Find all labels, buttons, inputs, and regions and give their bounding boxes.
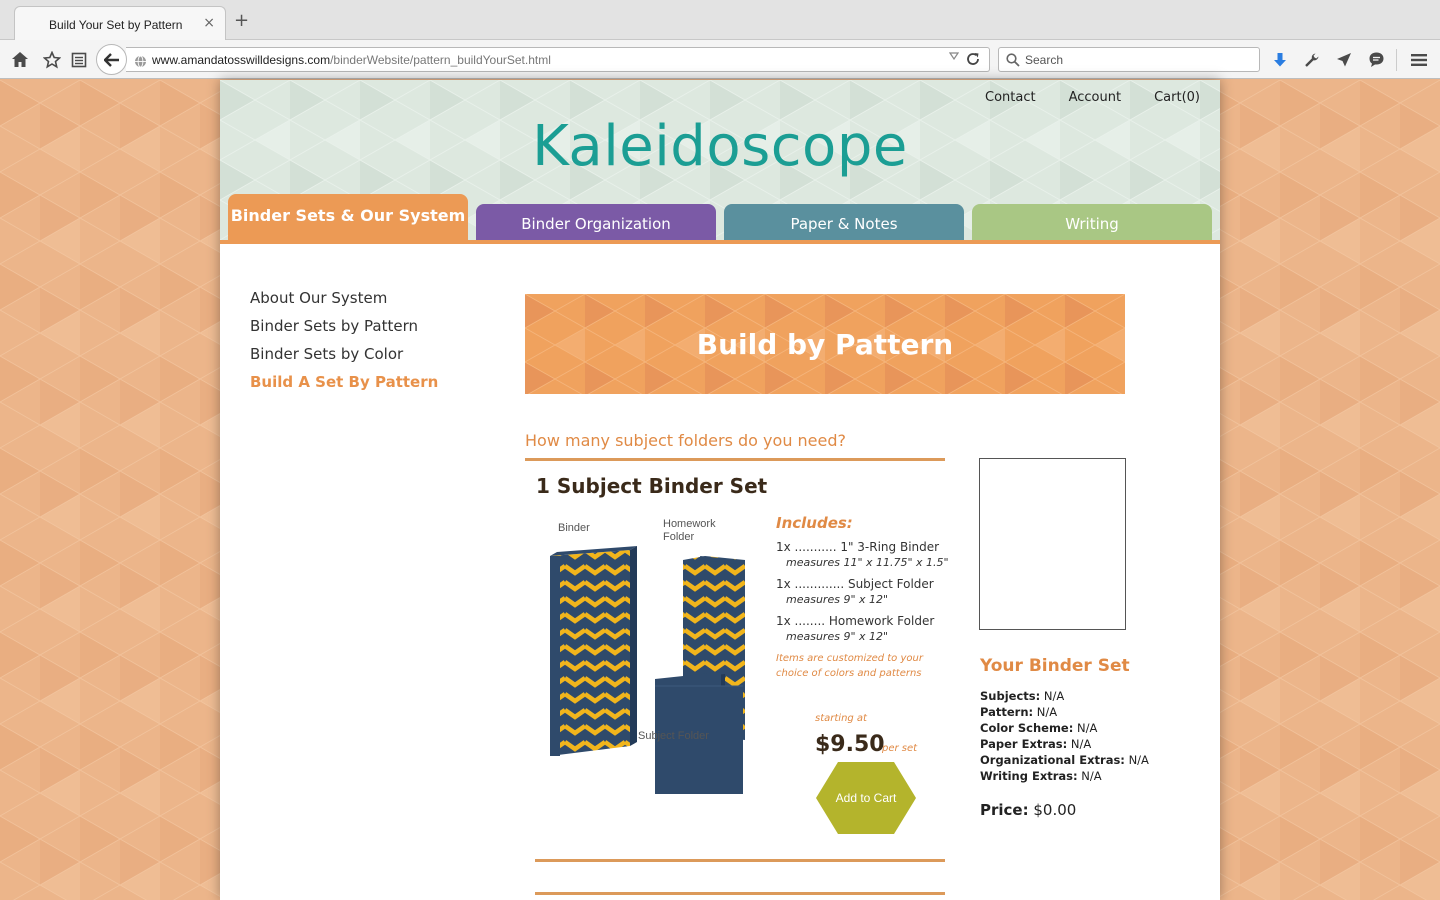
sidebar-item-about[interactable]: About Our System — [250, 288, 438, 316]
search-placeholder: Search — [1025, 53, 1064, 67]
include-measure: measures 9" x 12" — [786, 593, 889, 606]
search-icon — [1006, 52, 1020, 71]
url-text: www.amandatosswilldesigns.com/binderWebs… — [152, 53, 551, 67]
sidebar-item-build-set[interactable]: Build A Set By Pattern — [250, 372, 438, 400]
send-icon[interactable] — [1334, 40, 1354, 79]
binder-set-illustration — [550, 546, 745, 794]
summary-row: Subjects: N/A — [980, 689, 1065, 703]
globe-icon — [134, 53, 147, 72]
back-button[interactable] — [96, 44, 127, 75]
account-link[interactable]: Account — [1069, 90, 1122, 105]
includes-title: Includes: — [776, 514, 853, 532]
toolbar-divider — [1396, 49, 1397, 71]
site-logo[interactable]: Kaleidoscope — [220, 114, 1220, 179]
your-set-summary: Subjects: N/A Pattern: N/A Color Scheme:… — [980, 688, 1149, 784]
reload-icon[interactable] — [965, 51, 981, 71]
question-divider — [525, 458, 945, 461]
per-set-label: per set — [882, 743, 918, 754]
include-item: 1x ........ Homework Folder — [776, 614, 935, 628]
add-to-cart-button[interactable]: Add to Cart — [816, 762, 916, 834]
summary-row: Paper Extras: N/A — [980, 737, 1092, 751]
url-path: /binderWebsite/pattern_buildYourSet.html — [330, 53, 551, 67]
top-links: Contact Account Cart(0) — [985, 90, 1200, 105]
include-item: 1x ............. Subject Folder — [776, 577, 934, 591]
product-title: 1 Subject Binder Set — [536, 474, 768, 498]
url-dropdown-icon[interactable] — [948, 52, 960, 63]
include-measure: measures 9" x 12" — [786, 630, 889, 643]
wrench-icon[interactable] — [1302, 40, 1322, 79]
browser-tab-title: Build Your Set by Pattern — [49, 18, 183, 32]
summary-row: Color Scheme: N/A — [980, 721, 1098, 735]
site-header: Contact Account Cart(0) Kaleidoscope Bin… — [220, 80, 1220, 240]
browser-tab[interactable]: Build Your Set by Pattern × — [14, 6, 226, 40]
tab-binder-sets[interactable]: Binder Sets & Our System — [228, 194, 468, 240]
reading-list-icon[interactable] — [68, 40, 90, 79]
home-icon[interactable] — [9, 40, 31, 79]
starting-at-label: starting at — [815, 713, 867, 724]
your-set-title: Your Binder Set — [980, 656, 1130, 676]
sidebar-item-by-color[interactable]: Binder Sets by Color — [250, 344, 438, 372]
includes-list: Includes: 1x ........... 1" 3-Ring Binde… — [776, 514, 949, 681]
include-measure: measures 11" x 11.75" x 1.5" — [786, 556, 949, 569]
section-divider — [535, 859, 945, 862]
customization-note: Items are customized to your choice of c… — [776, 653, 923, 679]
browser-tab-bar: Build Your Set by Pattern × + — [0, 0, 1440, 40]
folders-question: How many subject folders do you need? — [525, 431, 847, 450]
page-title: Build by Pattern — [696, 327, 954, 361]
binder-label: Binder — [558, 522, 590, 534]
cart-link[interactable]: Cart(0) — [1154, 90, 1200, 105]
page-container: Contact Account Cart(0) Kaleidoscope Bin… — [220, 80, 1220, 900]
summary-row: Writing Extras: N/A — [980, 769, 1102, 783]
your-set-price: Price: $0.00 — [980, 801, 1077, 819]
set-preview-box — [979, 458, 1126, 630]
browser-nav-bar: www.amandatosswilldesigns.com/binderWebs… — [0, 40, 1440, 79]
tab-paper-notes[interactable]: Paper & Notes — [724, 204, 964, 240]
homework-folder-label: Homework Folder — [663, 518, 716, 543]
section-divider — [535, 892, 945, 895]
bookmark-star-icon[interactable] — [41, 40, 63, 79]
tab-writing[interactable]: Writing — [972, 204, 1212, 240]
new-tab-icon[interactable]: + — [234, 12, 249, 30]
subject-folder-label: Subject Folder — [638, 730, 709, 742]
search-bar[interactable]: Search — [998, 47, 1260, 72]
summary-row: Pattern: N/A — [980, 705, 1058, 719]
sidebar-nav: About Our System Binder Sets by Pattern … — [250, 288, 438, 400]
tab-binder-organization[interactable]: Binder Organization — [476, 204, 716, 240]
url-bar[interactable]: www.amandatosswilldesigns.com/binderWebs… — [126, 47, 990, 72]
back-arrow-icon — [103, 52, 119, 67]
product-price: $9.50 — [815, 732, 885, 757]
url-host: www.amandatosswilldesigns.com — [152, 53, 331, 67]
page-banner: Build by Pattern — [525, 294, 1125, 394]
sidebar-item-by-pattern[interactable]: Binder Sets by Pattern — [250, 316, 438, 344]
close-tab-icon[interactable]: × — [203, 15, 215, 31]
summary-row: Organizational Extras: N/A — [980, 753, 1149, 767]
chat-icon[interactable] — [1366, 40, 1386, 79]
contact-link[interactable]: Contact — [985, 90, 1036, 105]
hamburger-menu-icon[interactable] — [1409, 40, 1429, 79]
nav-underline — [220, 240, 1220, 244]
include-item: 1x ........... 1" 3-Ring Binder — [776, 540, 940, 554]
download-icon[interactable] — [1270, 40, 1290, 79]
